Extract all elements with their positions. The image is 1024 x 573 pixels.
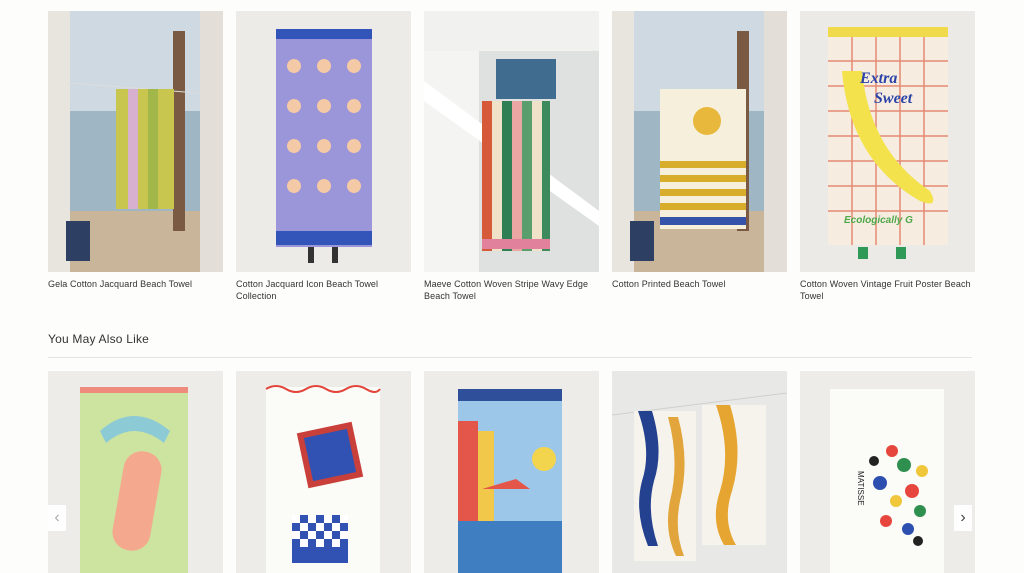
carousel-next-button[interactable]: › (954, 505, 972, 531)
product-name[interactable]: Maeve Cotton Woven Stripe Wavy Edge Beac… (424, 278, 599, 302)
artwork-text: Ecologically G (844, 215, 913, 226)
divider (48, 357, 972, 358)
artwork-text: MATISSE (856, 471, 865, 506)
product-card[interactable]: Cotton Jacquard Icon Beach Towel Collect… (236, 11, 411, 302)
carousel-prev-button[interactable]: ‹ (48, 505, 66, 531)
product-card[interactable]: Cotton Printed Beach Towel (612, 11, 787, 302)
product-image[interactable] (48, 371, 223, 573)
product-card[interactable]: Extra Sweet Ecologically G Cotton Woven … (800, 11, 975, 302)
product-image[interactable]: Extra Sweet Ecologically G (800, 11, 975, 272)
recommendation-card[interactable]: MATISSE (800, 371, 975, 573)
product-image[interactable] (612, 371, 787, 573)
product-name[interactable]: Cotton Jacquard Icon Beach Towel Collect… (236, 278, 411, 302)
product-image[interactable]: MATISSE (800, 371, 975, 573)
product-grid: Gela Cotton Jacquard Beach Towel Cotton … (48, 11, 975, 302)
recommendation-card[interactable] (48, 371, 223, 573)
product-name[interactable]: Gela Cotton Jacquard Beach Towel (48, 278, 223, 290)
recommendation-card[interactable] (612, 371, 787, 573)
product-image[interactable] (48, 11, 223, 272)
product-image[interactable] (236, 371, 411, 573)
product-image[interactable] (424, 371, 599, 573)
product-card[interactable]: Gela Cotton Jacquard Beach Towel (48, 11, 223, 302)
product-image[interactable] (236, 11, 411, 272)
recommendation-carousel: MATISSE (48, 371, 975, 573)
artwork-text: Sweet (874, 90, 913, 107)
product-image[interactable] (424, 11, 599, 272)
recommendation-card[interactable] (236, 371, 411, 573)
artwork-text: Extra (859, 70, 897, 87)
product-name[interactable]: Cotton Woven Vintage Fruit Poster Beach … (800, 278, 975, 302)
product-image[interactable] (612, 11, 787, 272)
section-title: You May Also Like (48, 332, 150, 346)
product-card[interactable]: Maeve Cotton Woven Stripe Wavy Edge Beac… (424, 11, 599, 302)
product-name[interactable]: Cotton Printed Beach Towel (612, 278, 787, 290)
recommendation-card[interactable] (424, 371, 599, 573)
